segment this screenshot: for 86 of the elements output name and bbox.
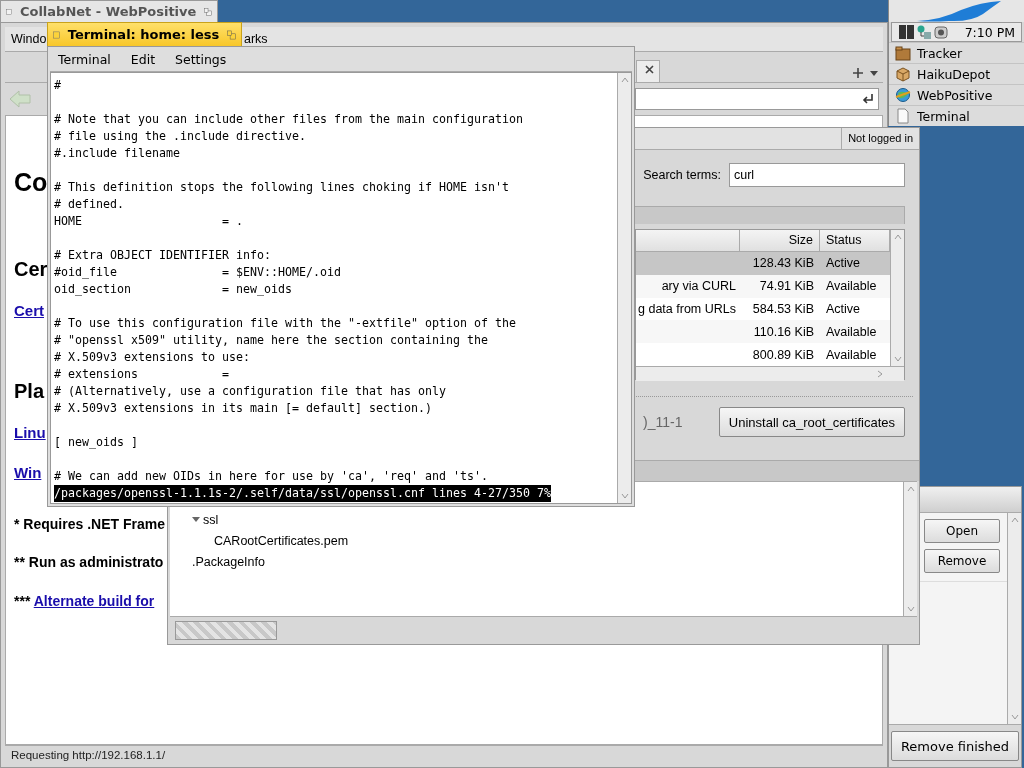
folder-icon xyxy=(895,45,911,61)
download-link[interactable]: Linu xyxy=(14,422,46,444)
uninstall-button[interactable]: Uninstall ca_root_certificates xyxy=(718,407,905,437)
table-cell-text: ary via CURL xyxy=(660,279,737,294)
window-list-icon[interactable] xyxy=(898,24,915,40)
download-link[interactable]: Win xyxy=(14,462,42,484)
app-label: Tracker xyxy=(917,45,963,61)
menu-item[interactable]: Terminal xyxy=(58,51,111,67)
table-cell-text: 128.43 KiB xyxy=(751,256,815,271)
download-action-button[interactable]: Remove xyxy=(924,549,1000,573)
terminal-text: # # Note that you can include other files from the main configuration # file using the .include directive. #.include filename # This definition stops the following lines choking if HOME isn't # defined. HOME = . # Extra OBJECT IDENTIFIER info: #oid_file = $ENV::HOME/.oid oid_section = new_oids # To use this configuration file with the "-extfile" option of the # "openssl x509" utility, name here the section containing the # X.509v3 extensions to use: # extensions = # (Alternatively, use a configuration file that has only # X.509v3 extensions in its main [= default] section.) [ new_oids ] # We can add new OIDs in here for use by 'ca', 'req' and 'ts'. xyxy=(54,77,523,485)
app-label: HaikuDepot xyxy=(917,66,991,82)
table-row[interactable]: 800.89 KiB Available xyxy=(636,343,890,366)
scroll-up-icon[interactable] xyxy=(892,233,903,241)
document-icon xyxy=(895,108,911,124)
page-heading: Co xyxy=(14,167,48,198)
scroll-up-icon[interactable] xyxy=(1009,516,1020,524)
file-name[interactable]: .PackageInfo xyxy=(192,554,265,569)
globe-icon xyxy=(895,87,911,103)
footnote: * Requires .NET Frame xyxy=(14,515,165,534)
horizontal-scrollbar[interactable] xyxy=(636,366,904,381)
table-cell-text: Active xyxy=(825,256,862,271)
vertical-scrollbar[interactable] xyxy=(903,482,917,616)
table-cell-text: 584.53 KiB xyxy=(751,302,815,316)
speaker-icon[interactable] xyxy=(933,24,949,40)
vertical-scrollbar[interactable] xyxy=(1007,513,1021,724)
table-cell-text: Available xyxy=(825,279,878,294)
menu-item[interactable]: Settings xyxy=(175,51,227,67)
status-bar: Requesting http://192.168.1.1/ xyxy=(5,745,883,765)
login-status[interactable]: Not logged in xyxy=(841,128,919,149)
package-version: )_11-1 xyxy=(643,414,683,430)
scroll-down-icon[interactable] xyxy=(905,605,916,613)
table-cell-text: 110.16 KiB xyxy=(752,324,815,339)
scroll-up-icon[interactable] xyxy=(905,485,916,493)
vertical-scrollbar[interactable] xyxy=(617,73,631,503)
section-heading: Pla xyxy=(14,379,45,404)
scroll-down-icon[interactable] xyxy=(619,492,630,500)
caret-icon[interactable] xyxy=(869,68,879,78)
table-cell-text: 800.89 KiB xyxy=(751,347,815,362)
menu-item[interactable]: Edit xyxy=(130,51,156,67)
clock[interactable]: 7:10 PM xyxy=(964,24,1015,40)
search-label: Search terms: xyxy=(643,167,721,182)
table-cell-text: Available xyxy=(825,347,878,362)
link[interactable]: Alternate build for xyxy=(33,593,155,609)
table-row[interactable]: g data from URLs 584.53 KiB Active xyxy=(636,297,890,321)
deskbar-item[interactable]: Tracker xyxy=(889,42,1024,63)
table-row[interactable]: 110.16 KiB Available xyxy=(636,320,890,344)
app-label: WebPositive xyxy=(917,87,993,103)
return-icon[interactable] xyxy=(862,93,874,105)
scroll-down-icon[interactable] xyxy=(892,355,903,363)
scroll-down-icon[interactable] xyxy=(1009,713,1020,721)
table-cell-text: Active xyxy=(825,302,862,316)
close-icon[interactable] xyxy=(645,65,654,74)
section-heading: Cer xyxy=(14,257,48,282)
column-header[interactable]: Size xyxy=(740,230,820,251)
footnote: *** Alternate build for xyxy=(14,592,155,611)
table-row[interactable]: 128.43 KiB Active xyxy=(636,252,890,275)
table-cell-text: g data from URLs xyxy=(637,302,737,316)
deskbar-item[interactable]: Terminal xyxy=(889,105,1024,126)
window-tab[interactable]: CollabNet - WebPositive xyxy=(0,0,218,22)
table-row[interactable]: ary via CURL 74.91 KiB Available xyxy=(636,274,890,298)
file-name[interactable]: ssl xyxy=(203,512,219,527)
deskbar-item[interactable]: WebPositive xyxy=(889,84,1024,105)
file-name[interactable]: CARootCertificates.pem xyxy=(214,533,349,548)
search-field[interactable]: curl xyxy=(729,162,905,187)
window-title: CollabNet - WebPositive xyxy=(19,4,197,19)
download-action-button[interactable]: Open xyxy=(924,519,1000,543)
window-title: Terminal: home: less xyxy=(67,27,220,42)
footnote: ** Run as administrato xyxy=(14,553,164,572)
page-tab[interactable] xyxy=(636,60,660,82)
download-link[interactable]: Cert xyxy=(14,300,44,322)
table-cell-text: Available xyxy=(825,324,878,339)
table-cell-text: 74.91 KiB xyxy=(758,279,815,294)
deskbar-item[interactable]: HaikuDepot xyxy=(889,63,1024,84)
url-field[interactable] xyxy=(635,88,879,110)
app-label: Terminal xyxy=(917,108,970,124)
vertical-scrollbar[interactable] xyxy=(890,230,904,366)
scroll-right-icon[interactable] xyxy=(876,369,884,379)
menu-item[interactable]: arks xyxy=(244,32,268,46)
plus-icon[interactable] xyxy=(853,68,863,78)
scroll-up-icon[interactable] xyxy=(619,76,630,84)
back-arrow-icon[interactable] xyxy=(9,90,31,108)
remove-finished-button[interactable]: Remove finished xyxy=(890,731,1020,761)
window-tab[interactable]: Terminal: home: less xyxy=(47,22,242,46)
menu-item[interactable]: Windo xyxy=(11,32,47,46)
package-icon xyxy=(895,66,911,82)
